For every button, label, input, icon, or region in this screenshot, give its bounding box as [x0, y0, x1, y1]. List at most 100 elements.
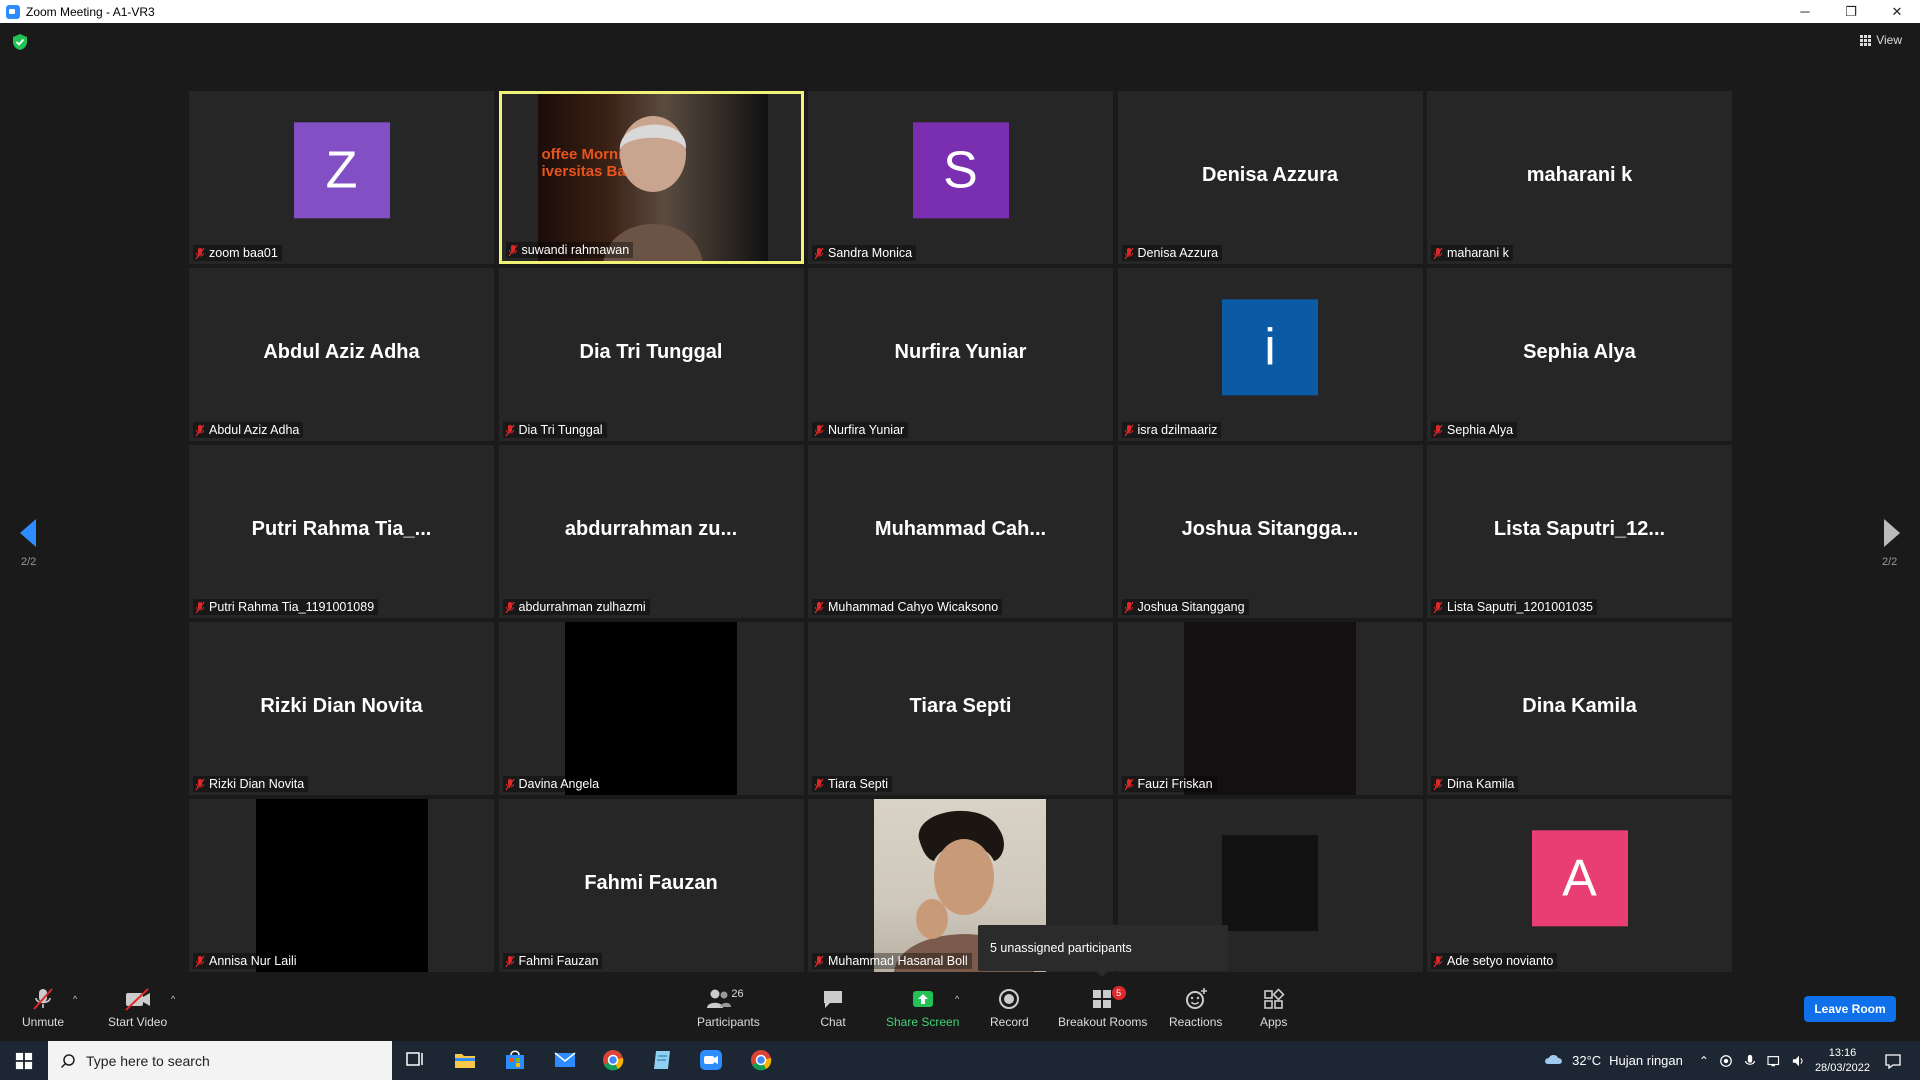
breakout-rooms-button[interactable]: 5 Breakout Rooms — [1058, 986, 1147, 1029]
participant-tile[interactable]: Muhammad Cah... Muhammad Cahyo Wicaksono — [808, 445, 1113, 618]
show-hidden-icons-chevron-icon[interactable]: ⌃ — [1699, 1054, 1709, 1068]
weather-temperature[interactable]: 32°C — [1572, 1053, 1601, 1068]
chrome-window-icon[interactable] — [748, 1047, 774, 1073]
microsoft-store-icon[interactable] — [502, 1047, 528, 1073]
participant-avatar: A — [1531, 829, 1628, 926]
audio-options-caret-icon[interactable]: ^ — [73, 994, 77, 1004]
participants-button[interactable]: 26 Participants — [697, 986, 760, 1029]
participant-tile[interactable]: Abdul Aziz Adha Abdul Aziz Adha — [189, 268, 494, 441]
participant-display-name: Dia Tri Tunggal — [579, 340, 723, 363]
participant-tile[interactable]: Nurfira Yuniar Nurfira Yuniar — [808, 268, 1113, 441]
share-screen-label: Share Screen — [886, 1015, 960, 1029]
participant-tile[interactable]: Rizki Dian Novita Rizki Dian Novita — [189, 622, 494, 795]
muted-mic-icon — [505, 955, 514, 967]
share-screen-button[interactable]: Share Screen — [886, 986, 959, 1029]
weather-rain-icon[interactable] — [1542, 1052, 1566, 1070]
notes-app-icon[interactable] — [650, 1047, 676, 1073]
participant-tile[interactable]: Joshua Sitangga... Joshua Sitanggang — [1117, 445, 1423, 618]
previous-page-indicator: 2/2 — [21, 556, 37, 568]
participant-tile[interactable]: Annisa Nur Laili — [189, 799, 494, 972]
network-icon[interactable] — [1767, 1054, 1783, 1068]
participant-tile[interactable]: S Sandra Monica — [808, 91, 1113, 264]
participant-name-label: abdurrahman zulhazmi — [502, 599, 650, 615]
muted-mic-icon — [195, 955, 205, 967]
share-options-caret-icon[interactable]: ^ — [955, 994, 959, 1004]
next-page-indicator: 2/2 — [1882, 556, 1898, 568]
leave-room-button[interactable]: Leave Room — [1804, 996, 1896, 1022]
participant-name: Denisa Azzura — [1137, 246, 1219, 260]
participant-tile[interactable]: Dina Kamila Dina Kamila — [1427, 622, 1732, 795]
participant-name-label: maharani k — [1431, 245, 1513, 261]
video-options-caret-icon[interactable]: ^ — [171, 994, 175, 1004]
view-button[interactable]: View — [1860, 33, 1902, 47]
participant-display-name: Putri Rahma Tia_... — [251, 517, 432, 540]
chat-button[interactable]: Chat — [820, 986, 846, 1029]
muted-mic-icon — [1433, 424, 1443, 436]
zoom-taskbar-icon[interactable] — [698, 1047, 724, 1073]
participant-tile[interactable]: offee Morni iversitas Ba suwandi rahmawan — [498, 91, 804, 264]
search-icon — [60, 1053, 75, 1068]
participant-name: Muhammad Cahyo Wicaksono — [828, 600, 999, 614]
participant-name-label: Abdul Aziz Adha — [193, 422, 304, 438]
muted-mic-icon — [505, 601, 514, 613]
participant-name: isra dzilmaariz — [1137, 423, 1218, 437]
participant-tile[interactable]: Dia Tri Tunggal Dia Tri Tunggal — [498, 268, 804, 441]
participant-name: maharani k — [1447, 246, 1509, 260]
minimize-button[interactable]: ─ — [1782, 0, 1828, 23]
muted-mic-icon — [814, 778, 824, 790]
participant-tile[interactable]: A Ade setyo novianto — [1427, 799, 1732, 972]
muted-mic-icon — [195, 778, 205, 790]
reactions-button[interactable]: Reactions — [1169, 986, 1222, 1029]
participant-display-name: Tiara Septi — [909, 694, 1012, 717]
participant-tile[interactable]: Fahmi Fauzan Fahmi Fauzan — [498, 799, 804, 972]
muted-mic-icon — [195, 601, 205, 613]
participant-tile[interactable]: Tiara Septi Tiara Septi — [808, 622, 1113, 795]
participant-name-label: suwandi rahmawan — [505, 242, 634, 258]
participant-display-name: Joshua Sitangga... — [1181, 517, 1359, 540]
breakout-rooms-badge: 5 — [1111, 986, 1126, 1000]
participant-name: abdurrahman zulhazmi — [518, 600, 646, 614]
participant-tile[interactable]: i isra dzilmaariz — [1117, 268, 1423, 441]
participant-name: Abdul Aziz Adha — [209, 423, 300, 437]
chrome-icon[interactable] — [600, 1047, 626, 1073]
close-button[interactable]: ✕ — [1874, 0, 1920, 23]
participant-tile[interactable]: abdurrahman zu... abdurrahman zulhazmi — [498, 445, 804, 618]
weather-description[interactable]: Hujan ringan — [1609, 1053, 1683, 1068]
file-explorer-icon[interactable] — [452, 1047, 478, 1073]
participant-name-label: Ade setyo novianto — [1431, 953, 1558, 969]
participant-tile[interactable]: Putri Rahma Tia_... Putri Rahma Tia_11910… — [189, 445, 494, 618]
start-video-button[interactable]: Start Video — [108, 986, 167, 1029]
participant-tile[interactable]: Lista Saputri_12... Lista Saputri_1201001… — [1427, 445, 1732, 618]
meet-now-icon[interactable] — [1719, 1054, 1733, 1068]
participant-tile[interactable]: Davina Angela — [498, 622, 804, 795]
view-label: View — [1876, 33, 1902, 47]
start-button[interactable] — [0, 1041, 48, 1080]
record-button[interactable]: Record — [990, 986, 1029, 1029]
participant-name-label: Lista Saputri_1201001035 — [1431, 599, 1597, 615]
meeting-toolbar: Unmute ^ Start Video ^ 26 Participants C… — [0, 980, 1920, 1041]
participant-tile[interactable]: Sephia Alya Sephia Alya — [1427, 268, 1732, 441]
restore-button[interactable]: ❐ — [1828, 0, 1874, 23]
participant-tile[interactable]: Zzoom baa01 — [189, 91, 494, 264]
microphone-tray-icon[interactable] — [1743, 1054, 1757, 1068]
unassigned-participants-tooltip: 5 unassigned participants — [978, 925, 1228, 977]
previous-page-arrow-icon[interactable] — [18, 515, 38, 551]
meeting-area: View 2/2 2/2 Zzoom baa01 offee Morni iver… — [0, 23, 1920, 980]
participant-tile[interactable]: maharani k maharani k — [1427, 91, 1732, 264]
participant-display-name: Abdul Aziz Adha — [263, 340, 420, 363]
participant-name: Lista Saputri_1201001035 — [1447, 600, 1593, 614]
participant-video-feed — [255, 799, 428, 972]
participant-name-label: Tiara Septi — [812, 776, 892, 792]
next-page-arrow-icon[interactable] — [1882, 515, 1902, 551]
apps-button[interactable]: Apps — [1260, 986, 1287, 1029]
taskbar-search-box[interactable]: Type here to search — [48, 1041, 392, 1080]
volume-icon[interactable] — [1791, 1054, 1807, 1068]
participant-tile[interactable]: Denisa Azzura Denisa Azzura — [1117, 91, 1423, 264]
task-view-icon[interactable] — [402, 1047, 428, 1073]
notifications-icon[interactable] — [1884, 1052, 1902, 1070]
mail-icon[interactable] — [552, 1047, 578, 1073]
unmute-button[interactable]: Unmute — [22, 986, 64, 1029]
participant-tile[interactable]: Fauzi Friskan — [1117, 622, 1423, 795]
taskbar-clock[interactable]: 13:16 28/03/2022 — [1815, 1046, 1870, 1076]
security-shield-icon[interactable] — [12, 33, 28, 51]
